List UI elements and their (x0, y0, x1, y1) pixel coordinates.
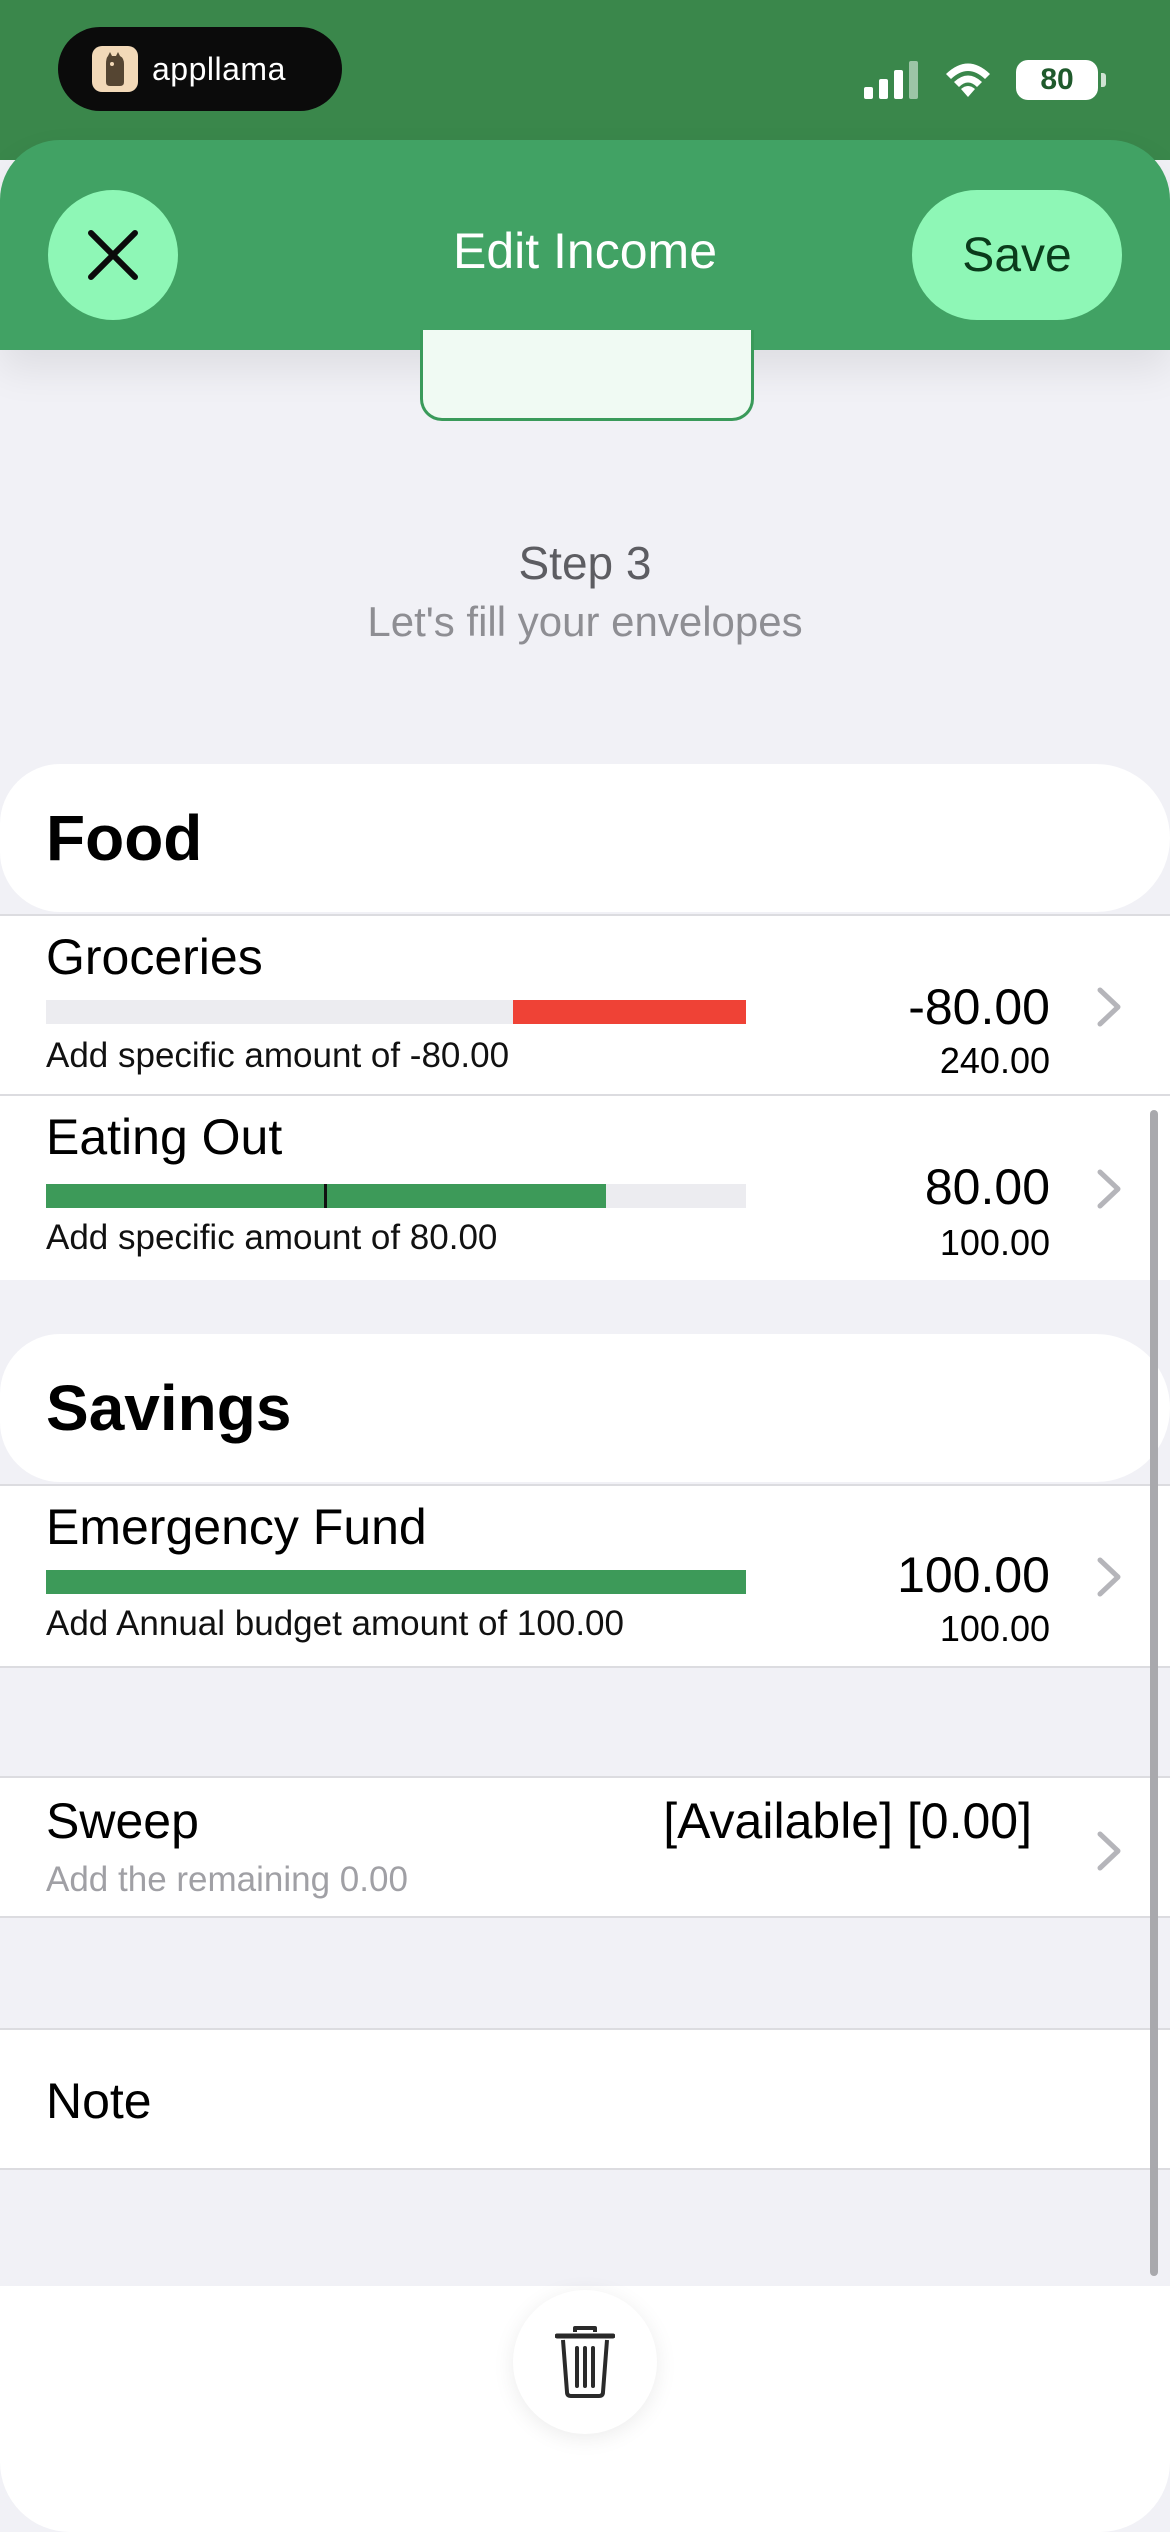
envelope-description: Add Annual budget amount of 100.00 (46, 1604, 624, 1643)
section-title: Food (46, 802, 203, 874)
envelope-card (420, 330, 754, 421)
system-icons: 80 (864, 50, 1106, 110)
trash-icon (555, 2326, 615, 2398)
envelope-budget: 100.00 (939, 1222, 1050, 1263)
signal-icon (864, 61, 918, 99)
battery-indicator: 80 (1016, 60, 1106, 100)
envelope-name: Eating Out (46, 1109, 283, 1165)
progress-marker (324, 1184, 327, 1208)
sweep-row[interactable]: Sweep [Available] [0.00] Add the remaini… (0, 1776, 1170, 1918)
envelope-name: Groceries (46, 929, 263, 985)
app-pill[interactable]: appllama (58, 27, 342, 111)
sweep-title: Sweep (46, 1793, 199, 1849)
wifi-icon (946, 63, 990, 97)
envelope-budget: 240.00 (939, 1040, 1050, 1081)
note-label: Note (46, 2073, 152, 2129)
sweep-value: [Available] [0.00] (663, 1793, 1032, 1849)
chevron-right-icon (1097, 1169, 1121, 1209)
envelope-amount: 100.00 (897, 1547, 1050, 1603)
progress-fill (512, 1000, 746, 1024)
app-name: appllama (152, 50, 286, 87)
delete-button[interactable] (513, 2290, 657, 2434)
sweep-description: Add the remaining 0.00 (46, 1860, 408, 1899)
step-subtitle: Let's fill your envelopes (367, 598, 803, 645)
progress-bar (46, 1570, 746, 1594)
envelope-amount: 80.00 (924, 1159, 1050, 1215)
nav-bar: Edit Income Save (0, 140, 1170, 350)
progress-bar (46, 1000, 746, 1024)
note-row[interactable]: Note (0, 2028, 1170, 2170)
envelope-row-groceries[interactable]: Groceries Add specific amount of -80.00 … (0, 914, 1170, 1096)
llama-logo-icon (92, 46, 138, 92)
section-title: Savings (46, 1372, 292, 1444)
section-header-food: Food (0, 764, 1170, 912)
envelope-budget: 100.00 (939, 1608, 1050, 1649)
step-title: Step 3 (518, 537, 652, 589)
envelope-description: Add specific amount of 80.00 (46, 1218, 498, 1257)
scrollbar[interactable] (1150, 1110, 1158, 2276)
chevron-right-icon (1097, 1557, 1121, 1597)
chevron-right-icon (1097, 987, 1121, 1027)
chevron-right-icon (1097, 1831, 1121, 1871)
status-bar: appllama 80 (0, 0, 1170, 160)
envelope-row-eating-out[interactable]: Eating Out Add specific amount of 80.00 … (0, 1094, 1170, 1280)
save-button[interactable]: Save (912, 190, 1122, 320)
envelope-description: Add specific amount of -80.00 (46, 1036, 510, 1075)
envelope-amount: -80.00 (908, 979, 1050, 1035)
envelope-row-emergency-fund[interactable]: Emergency Fund Add Annual budget amount … (0, 1484, 1170, 1668)
section-header-savings: Savings (0, 1334, 1170, 1482)
envelope-name: Emergency Fund (46, 1499, 427, 1555)
progress-fill (46, 1570, 746, 1594)
progress-bar (46, 1184, 746, 1208)
